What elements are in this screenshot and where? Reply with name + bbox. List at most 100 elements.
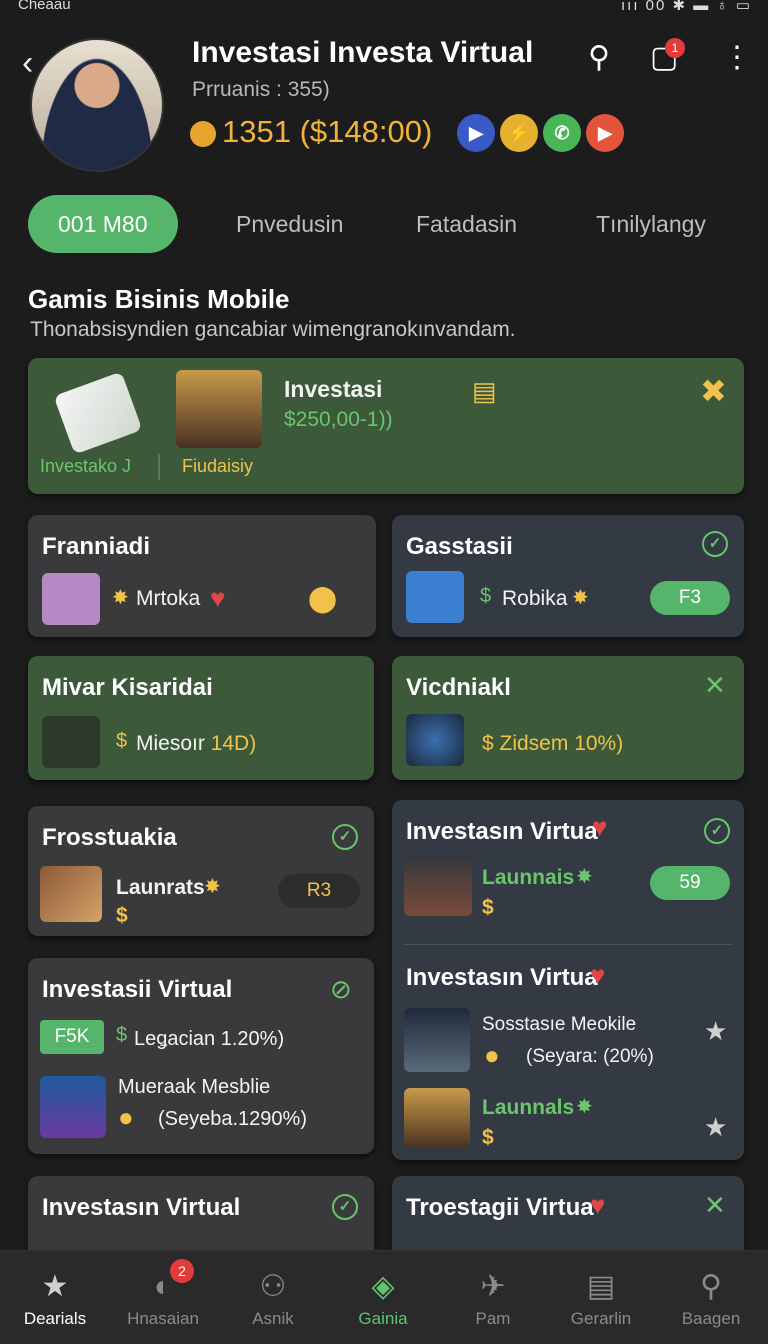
card-line: Robika bbox=[502, 587, 568, 610]
card-investasii-virtual[interactable]: Investasii Virtual ⊘ F5K $ Leǥacian 1.20… bbox=[28, 958, 374, 1154]
featured-card[interactable]: Investako J Fiudaisiy Investasi $250,00-… bbox=[28, 358, 744, 494]
coin-icon: ● bbox=[484, 1040, 500, 1070]
card-frosstuakia[interactable]: Frosstuakia ✓ Launrats ✸ $ R3 bbox=[28, 806, 374, 936]
nav-pam[interactable]: ✈ Pam bbox=[438, 1251, 548, 1329]
nav-hnasaian[interactable]: ◐ Hnasaian 2 bbox=[108, 1251, 218, 1329]
tab-001[interactable]: 001 M80 bbox=[28, 195, 178, 253]
level-pill[interactable]: R3 bbox=[278, 874, 360, 908]
app-thumbnail bbox=[42, 716, 100, 768]
card-line: Sosstasıe Meokile bbox=[482, 1014, 637, 1035]
card-title: Mivar Kisaridai bbox=[42, 674, 213, 701]
check-icon[interactable]: ✓ bbox=[332, 824, 358, 850]
app-thumbnail bbox=[40, 866, 102, 922]
nav-gerarlin[interactable]: ▤ Gerarlin bbox=[546, 1251, 656, 1329]
check-icon[interactable]: ✓ bbox=[702, 531, 728, 557]
app-icon-flash[interactable]: ⚡ bbox=[500, 114, 538, 152]
card-line: Mrtoka bbox=[136, 587, 201, 610]
bottom-nav: ★ Dearials ◐ Hnasaian 2 ⚇ Asnik ◈ Gainia… bbox=[0, 1250, 768, 1344]
tag-pill[interactable]: F5K bbox=[40, 1020, 104, 1054]
card-title: Gasstasii bbox=[406, 533, 513, 560]
nav-dearials[interactable]: ★ Dearials bbox=[0, 1251, 110, 1329]
app-thumbnail bbox=[406, 571, 464, 623]
cart-badge: 1 bbox=[665, 38, 685, 58]
balance-value: 1351 ($148:00) bbox=[222, 114, 433, 149]
card-line-2: $ bbox=[482, 896, 494, 919]
nav-badge: 2 bbox=[170, 1259, 194, 1283]
tab-pnvedusin[interactable]: Pnvedusin bbox=[236, 195, 343, 253]
level-pill[interactable]: 59 bbox=[650, 866, 730, 900]
coin-icon: ● bbox=[118, 1102, 134, 1132]
coin-icon bbox=[190, 120, 216, 147]
section-subtitle: Thonabsisyndien gancabiar wimengranokınv… bbox=[30, 318, 516, 341]
card-gasstasii[interactable]: Gasstasii ✓ $ Robika ✸ F3 bbox=[392, 515, 744, 637]
linked-apps: ▶ ⚡ ✆ ▶ bbox=[457, 114, 629, 152]
heart-icon[interactable]: ♥ bbox=[590, 960, 605, 991]
dollar-icon: $ bbox=[480, 585, 492, 607]
star-icon: ★ bbox=[41, 1270, 69, 1303]
heart-icon[interactable]: ♥ bbox=[590, 1190, 605, 1221]
phone-image bbox=[53, 371, 143, 455]
card-mivar-kisaridai[interactable]: Mivar Kisaridai $ Miesoır 14D) bbox=[28, 656, 374, 780]
pin-icon[interactable]: ⬤ bbox=[308, 583, 337, 614]
app-thumbnail bbox=[406, 714, 464, 766]
document-icon: ▤ bbox=[586, 1270, 616, 1303]
app-thumbnail bbox=[42, 573, 100, 625]
featured-mid-label: Fiudaisiy bbox=[182, 456, 254, 476]
status-carrier: Cheaau bbox=[18, 0, 71, 13]
app-icon-video[interactable]: ▶ bbox=[586, 114, 624, 152]
featured-title: Investasi bbox=[284, 376, 383, 402]
app-icon-chat[interactable]: ✆ bbox=[543, 114, 581, 152]
featured-value: $250,00-1)) bbox=[284, 408, 393, 431]
card-line-2: $ bbox=[116, 904, 128, 927]
back-arrow-icon[interactable]: ‹ bbox=[22, 44, 33, 83]
tab-fatadasin[interactable]: Fatadasin bbox=[416, 195, 517, 253]
status-bar: Cheaau ııı 00 ✱ ▬ ♁ ▭ bbox=[0, 0, 768, 14]
star-outline-icon[interactable]: ★ bbox=[704, 1016, 727, 1047]
section-title: Gamis Bisinis Mobile bbox=[28, 284, 290, 314]
search-icon[interactable]: ⚲ bbox=[588, 40, 610, 75]
app-icon-play[interactable]: ▶ bbox=[457, 114, 495, 152]
hidden-icon[interactable]: ⊘ bbox=[330, 974, 352, 1005]
card-subtitle: Mueraak Mesblie bbox=[118, 1076, 271, 1098]
card-title: Investasın Virtual bbox=[42, 1194, 241, 1221]
close-icon[interactable]: ✕ bbox=[704, 1190, 726, 1221]
card-investasin-group[interactable]: Investasın Virtua ♥ ✓ Launnais ✸ $ 59 In… bbox=[392, 800, 744, 1160]
card-title: Investasın Virtua bbox=[406, 818, 598, 845]
more-menu-icon[interactable]: ⋮ bbox=[722, 40, 752, 75]
check-icon[interactable]: ✓ bbox=[332, 1194, 358, 1220]
card-title: Vicdniakl bbox=[406, 674, 511, 701]
layers-icon: ◈ bbox=[371, 1270, 395, 1303]
heart-icon[interactable]: ♥ bbox=[210, 583, 225, 614]
status-icons: ııı 00 ✱ ▬ ♁ ▭ bbox=[620, 0, 752, 14]
person-image bbox=[176, 370, 262, 448]
star-icon: ✸ bbox=[576, 866, 593, 888]
nav-baagen[interactable]: ⚲ Baagen bbox=[656, 1251, 766, 1329]
card-vicdniakl[interactable]: Vicdniakl ✕ $ Zidsem 10%) bbox=[392, 656, 744, 780]
featured-left-label: Investako J bbox=[40, 456, 132, 476]
dollar-icon: $ bbox=[116, 1024, 128, 1046]
card-franniadi[interactable]: Franniadi ✸ Mrtoka ♥ ⬤ bbox=[28, 515, 376, 637]
nav-asnik[interactable]: ⚇ Asnik bbox=[218, 1251, 328, 1329]
nav-gainia[interactable]: ◈ Gainia bbox=[328, 1251, 438, 1329]
app-thumbnail bbox=[40, 1076, 106, 1138]
heart-icon[interactable]: ♥ bbox=[592, 812, 607, 843]
card-line-2: Launnals bbox=[482, 1096, 575, 1119]
laptop-image bbox=[404, 860, 472, 916]
close-icon[interactable]: ✕ bbox=[704, 670, 726, 701]
close-icon[interactable]: ✖ bbox=[700, 372, 727, 410]
avatar[interactable] bbox=[30, 38, 164, 172]
card-line: Miesoır 14D) bbox=[136, 732, 257, 755]
coin-icon: ✸ bbox=[112, 587, 129, 609]
card-line: Launrats bbox=[116, 876, 205, 899]
user-icon: ⚇ bbox=[259, 1270, 287, 1303]
card-line: Launnais bbox=[482, 866, 575, 889]
star-outline-icon[interactable]: ★ bbox=[704, 1112, 727, 1143]
tab-bar: 001 M80 Pnvedusin Fatadasin Tınilylangy bbox=[28, 195, 748, 255]
level-pill[interactable]: F3 bbox=[650, 581, 730, 615]
check-icon[interactable]: ✓ bbox=[704, 818, 730, 844]
list-icon[interactable]: ▤ bbox=[472, 376, 497, 407]
tab-tinilylangy[interactable]: Tınilylangy bbox=[596, 195, 706, 253]
person-image bbox=[404, 1088, 470, 1148]
search-icon: ⚲ bbox=[700, 1270, 722, 1303]
card-title-2: Investasın Virtua bbox=[406, 964, 598, 991]
